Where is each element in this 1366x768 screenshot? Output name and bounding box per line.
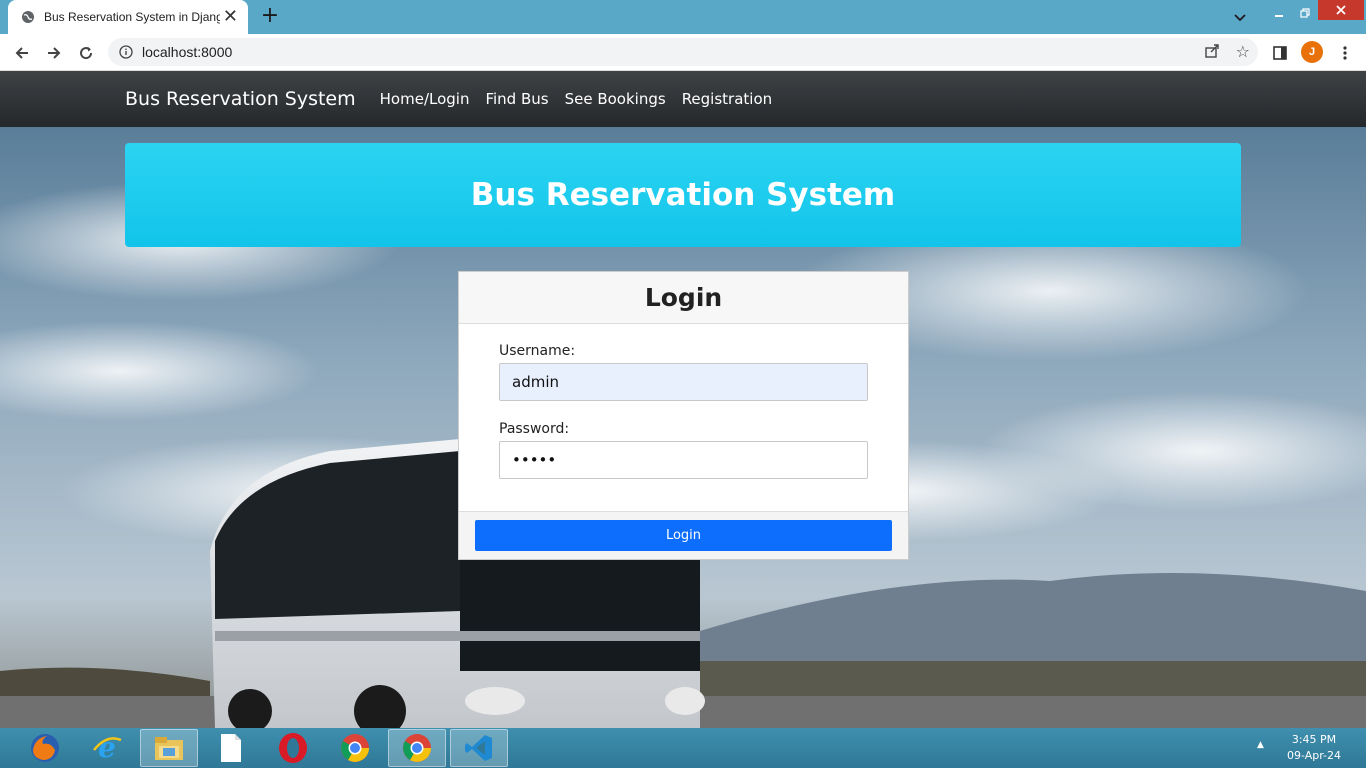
password-input[interactable]: •••••	[499, 441, 868, 479]
chrome-icon[interactable]	[326, 729, 384, 767]
globe-icon	[20, 9, 36, 25]
share-icon[interactable]	[1204, 43, 1220, 63]
window-close-icon[interactable]	[1318, 0, 1364, 20]
clock-time: 3:45 PM	[1291, 733, 1337, 746]
page-viewport: Bus Reservation System Home/Login Find B…	[0, 71, 1366, 728]
window-minimize-icon[interactable]	[1268, 2, 1290, 24]
username-input[interactable]: admin	[499, 363, 868, 401]
svg-text:e: e	[98, 732, 116, 764]
login-button[interactable]: Login	[475, 520, 892, 551]
reload-icon[interactable]	[72, 39, 100, 67]
site-info-icon[interactable]	[118, 44, 134, 60]
bookmark-star-icon[interactable]: ☆	[1236, 42, 1250, 61]
file-explorer-icon[interactable]	[140, 729, 198, 767]
top-navbar: Bus Reservation System Home/Login Find B…	[0, 71, 1366, 127]
forward-arrow-icon[interactable]	[40, 39, 68, 67]
firefox-icon[interactable]	[16, 729, 74, 767]
navbar-brand[interactable]: Bus Reservation System	[125, 88, 356, 110]
blank-document-icon[interactable]	[202, 729, 260, 767]
opera-icon[interactable]	[264, 729, 322, 767]
nav-link-home-login[interactable]: Home/Login	[380, 90, 470, 108]
kebab-menu-icon[interactable]	[1331, 39, 1359, 67]
taskbar-clock[interactable]: 3:45 PM 09-Apr-24	[1274, 732, 1354, 764]
internet-explorer-icon[interactable]: e	[78, 729, 136, 767]
side-panel-icon[interactable]	[1266, 39, 1294, 67]
browser-tab[interactable]: Bus Reservation System in Djang ✕	[8, 0, 248, 34]
login-card-header: Login	[459, 272, 908, 324]
hero-title: Bus Reservation System	[470, 177, 896, 213]
password-label: Password:	[499, 421, 570, 437]
hero-banner: Bus Reservation System	[125, 143, 1241, 247]
address-url: localhost:8000	[142, 44, 233, 60]
browser-toolbar: localhost:8000 ☆ J	[0, 34, 1366, 71]
login-card: Login Username: admin Password: ••••• Lo…	[458, 271, 909, 560]
new-tab-button[interactable]: +	[258, 5, 282, 29]
profile-avatar[interactable]: J	[1301, 41, 1323, 63]
vscode-icon[interactable]	[450, 729, 508, 767]
tab-search-chevron-icon[interactable]	[1228, 6, 1252, 30]
login-card-title: Login	[644, 283, 723, 312]
window-restore-icon[interactable]	[1294, 2, 1316, 24]
tab-title: Bus Reservation System in Djang	[44, 10, 220, 24]
username-label: Username:	[499, 343, 576, 359]
nav-link-see-bookings[interactable]: See Bookings	[565, 90, 666, 108]
nav-link-find-bus[interactable]: Find Bus	[485, 90, 548, 108]
back-arrow-icon[interactable]	[8, 39, 36, 67]
tab-close-icon[interactable]: ✕	[223, 8, 238, 26]
tray-overflow-icon[interactable]: ▲	[1257, 740, 1264, 750]
login-card-footer: Login	[459, 511, 908, 559]
browser-tab-strip: Bus Reservation System in Djang ✕ +	[0, 0, 1366, 34]
windows-taskbar: e ▲ 3:45 PM 09-Apr-24	[0, 728, 1366, 768]
address-bar[interactable]: localhost:8000 ☆	[108, 38, 1258, 66]
chrome-active-icon[interactable]	[388, 729, 446, 767]
clock-date: 09-Apr-24	[1286, 749, 1342, 762]
nav-link-registration[interactable]: Registration	[682, 90, 772, 108]
